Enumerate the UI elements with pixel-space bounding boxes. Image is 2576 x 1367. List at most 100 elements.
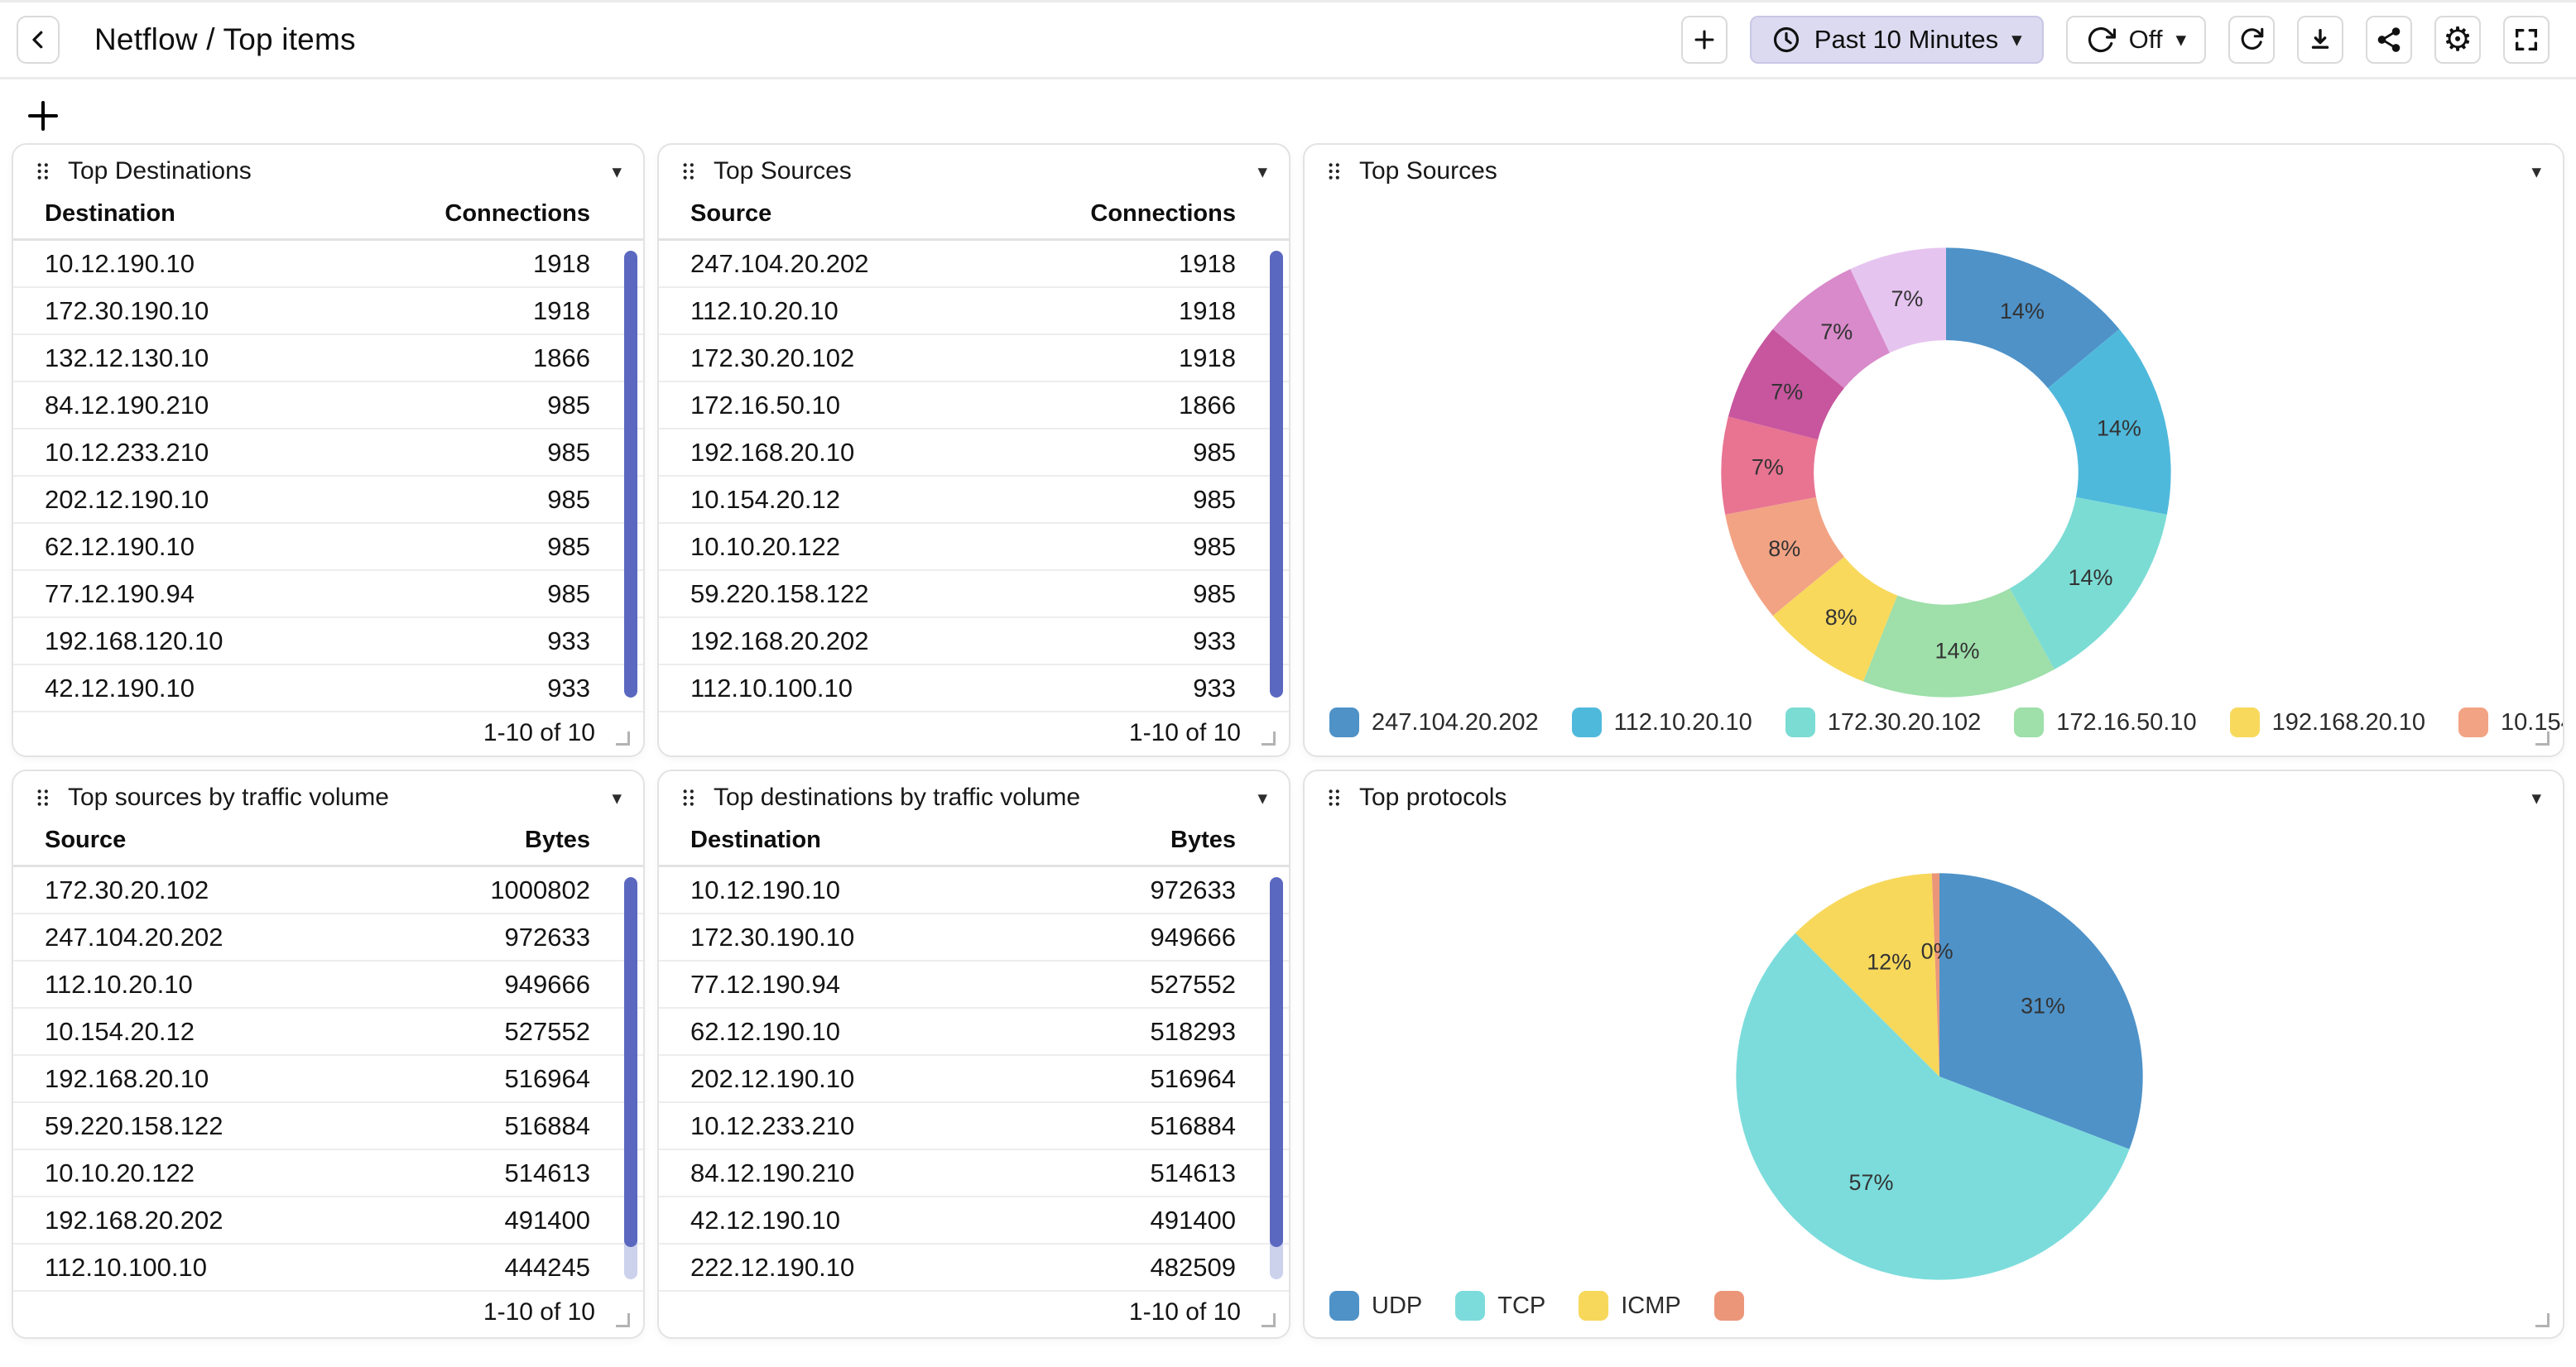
cell-value: 1866	[1179, 391, 1236, 420]
cell-key: 222.12.190.10	[690, 1253, 854, 1283]
legend-label: 192.168.20.10	[2272, 709, 2425, 736]
auto-refresh-dropdown[interactable]: Off ▾	[2066, 16, 2206, 64]
legend-item[interactable]: 247.104.20.202	[1329, 707, 1539, 737]
clock-icon	[1771, 25, 1801, 55]
cell-value: 516964	[1151, 1064, 1236, 1094]
panel-menu-caret-icon[interactable]: ▾	[2531, 787, 2541, 809]
drag-handle-icon[interactable]	[680, 788, 697, 808]
panel-title: Top protocols	[1359, 784, 1507, 812]
panel-menu-caret-icon[interactable]: ▾	[612, 787, 622, 809]
cell-key: 10.12.233.210	[690, 1111, 854, 1141]
panel-header: Top destinations by traffic volume ▾	[659, 771, 1289, 819]
add-panel-button[interactable]	[12, 86, 74, 141]
legend-label: 172.30.20.102	[1828, 709, 1981, 736]
panel-menu-caret-icon[interactable]: ▾	[612, 161, 622, 183]
table-body: 10.12.190.101918172.30.190.101918132.12.…	[13, 241, 643, 712]
table-scrollbar[interactable]	[624, 877, 637, 1279]
drag-handle-icon[interactable]	[1326, 161, 1343, 181]
settings-button[interactable]: ⚙	[2434, 16, 2481, 64]
chart-area: 14%14%14%14%8%8%7%7%7%7%	[1305, 193, 2563, 703]
table-row: 202.12.190.10985	[13, 477, 643, 524]
cell-key: 247.104.20.202	[690, 249, 869, 279]
panel-resize-handle[interactable]	[1262, 1313, 1276, 1327]
panel-menu-caret-icon[interactable]: ▾	[2531, 161, 2541, 183]
cell-key: 172.30.190.10	[690, 923, 854, 952]
table-row: 42.12.190.10491400	[659, 1197, 1289, 1245]
row-count-label: 1-10 of 10	[483, 1298, 595, 1326]
table-header: Source Bytes	[13, 819, 643, 867]
panel-menu-caret-icon[interactable]: ▾	[1257, 161, 1267, 183]
table-row: 62.12.190.10985	[13, 524, 643, 571]
table-body: 172.30.20.1021000802247.104.20.202972633…	[13, 867, 643, 1292]
cell-key: 59.220.158.122	[45, 1111, 223, 1141]
auto-refresh-icon	[2086, 25, 2116, 55]
legend-item[interactable]: UDP	[1329, 1291, 1422, 1321]
panel-title: Top Sources	[1359, 157, 1497, 185]
table-body: 247.104.20.2021918112.10.20.101918172.30…	[659, 241, 1289, 712]
slice-percent-label: 14%	[1935, 639, 1980, 664]
legend-item[interactable]: 112.10.20.10	[1572, 707, 1752, 737]
refresh-button[interactable]	[2228, 16, 2275, 64]
table-row: 77.12.190.94527552	[659, 962, 1289, 1009]
panel-resize-handle[interactable]	[616, 731, 630, 746]
cell-key: 112.10.20.10	[45, 970, 193, 1000]
panel-resize-handle[interactable]	[616, 1313, 630, 1327]
drag-handle-icon[interactable]	[35, 161, 51, 181]
legend-item[interactable]: ICMP	[1579, 1291, 1681, 1321]
cell-key: 192.168.120.10	[45, 626, 223, 656]
legend-label: UDP	[1372, 1293, 1422, 1320]
share-button[interactable]	[2366, 16, 2412, 64]
legend-item[interactable]: 172.30.20.102	[1785, 707, 1981, 737]
panel-menu-caret-icon[interactable]: ▾	[1257, 787, 1267, 809]
cell-key: 59.220.158.122	[690, 579, 869, 609]
download-button[interactable]	[2297, 16, 2343, 64]
panel-top-protocols-chart: Top protocols ▾ 31%57%12%0% UDPTCPICMP	[1303, 770, 2564, 1339]
cell-value: 985	[1193, 485, 1236, 515]
cell-value: 444245	[505, 1253, 590, 1283]
table-row: 10.12.233.210985	[13, 429, 643, 477]
legend-item[interactable]: 192.168.20.10	[2230, 707, 2425, 737]
table-row: 222.12.190.10482509	[659, 1245, 1289, 1292]
table-scrollbar[interactable]	[624, 251, 637, 698]
column-header: Destination	[690, 827, 821, 854]
table-row: 192.168.20.10516964	[13, 1056, 643, 1103]
fullscreen-button[interactable]	[2503, 16, 2550, 64]
table-header: Destination Bytes	[659, 819, 1289, 867]
cell-value: 985	[1193, 532, 1236, 562]
table-row: 112.10.20.10949666	[13, 962, 643, 1009]
cell-key: 77.12.190.94	[45, 579, 195, 609]
cell-value: 1000802	[490, 875, 590, 905]
slice-percent-label: 0%	[1921, 939, 1954, 964]
chart-legend: UDP TCP ICMP	[1305, 1288, 2563, 1337]
panel-resize-handle[interactable]	[2535, 1313, 2550, 1327]
column-header: Source	[690, 200, 771, 228]
panel-resize-handle[interactable]	[1262, 731, 1276, 746]
table-pagination: 1-10 of 10	[13, 712, 643, 757]
add-button[interactable]	[1681, 16, 1728, 64]
table-row: 192.168.20.10985	[659, 429, 1289, 477]
panel-top-sources-bytes: Top sources by traffic volume ▾ Source B…	[12, 770, 645, 1339]
table-row: 10.10.20.122985	[659, 524, 1289, 571]
legend-item[interactable]	[1714, 1291, 1757, 1321]
column-header: Connections	[445, 200, 590, 228]
chevron-down-icon: ▾	[2011, 30, 2022, 50]
time-range-label: Past 10 Minutes	[1814, 25, 1998, 55]
legend-item[interactable]: TCP	[1455, 1291, 1545, 1321]
legend-swatch	[1714, 1291, 1744, 1321]
slice-percent-label: 7%	[1820, 319, 1853, 344]
drag-handle-icon[interactable]	[1326, 788, 1343, 808]
panel-header: Top sources by traffic volume ▾	[13, 771, 643, 819]
drag-handle-icon[interactable]	[35, 788, 51, 808]
time-range-dropdown[interactable]: Past 10 Minutes ▾	[1750, 16, 2044, 64]
table-scrollbar[interactable]	[1270, 877, 1283, 1279]
legend-item[interactable]: 172.16.50.10	[2014, 707, 2196, 737]
drag-handle-icon[interactable]	[680, 161, 697, 181]
back-button[interactable]	[17, 16, 60, 64]
table-scrollbar[interactable]	[1270, 251, 1283, 698]
slice-percent-label: 12%	[1867, 949, 1911, 974]
cell-value: 516884	[1151, 1111, 1236, 1141]
panel-resize-handle[interactable]	[2535, 731, 2550, 746]
row-count-label: 1-10 of 10	[1129, 1298, 1241, 1326]
cell-value: 518293	[1151, 1017, 1236, 1047]
table-row: 10.12.190.101918	[13, 241, 643, 288]
